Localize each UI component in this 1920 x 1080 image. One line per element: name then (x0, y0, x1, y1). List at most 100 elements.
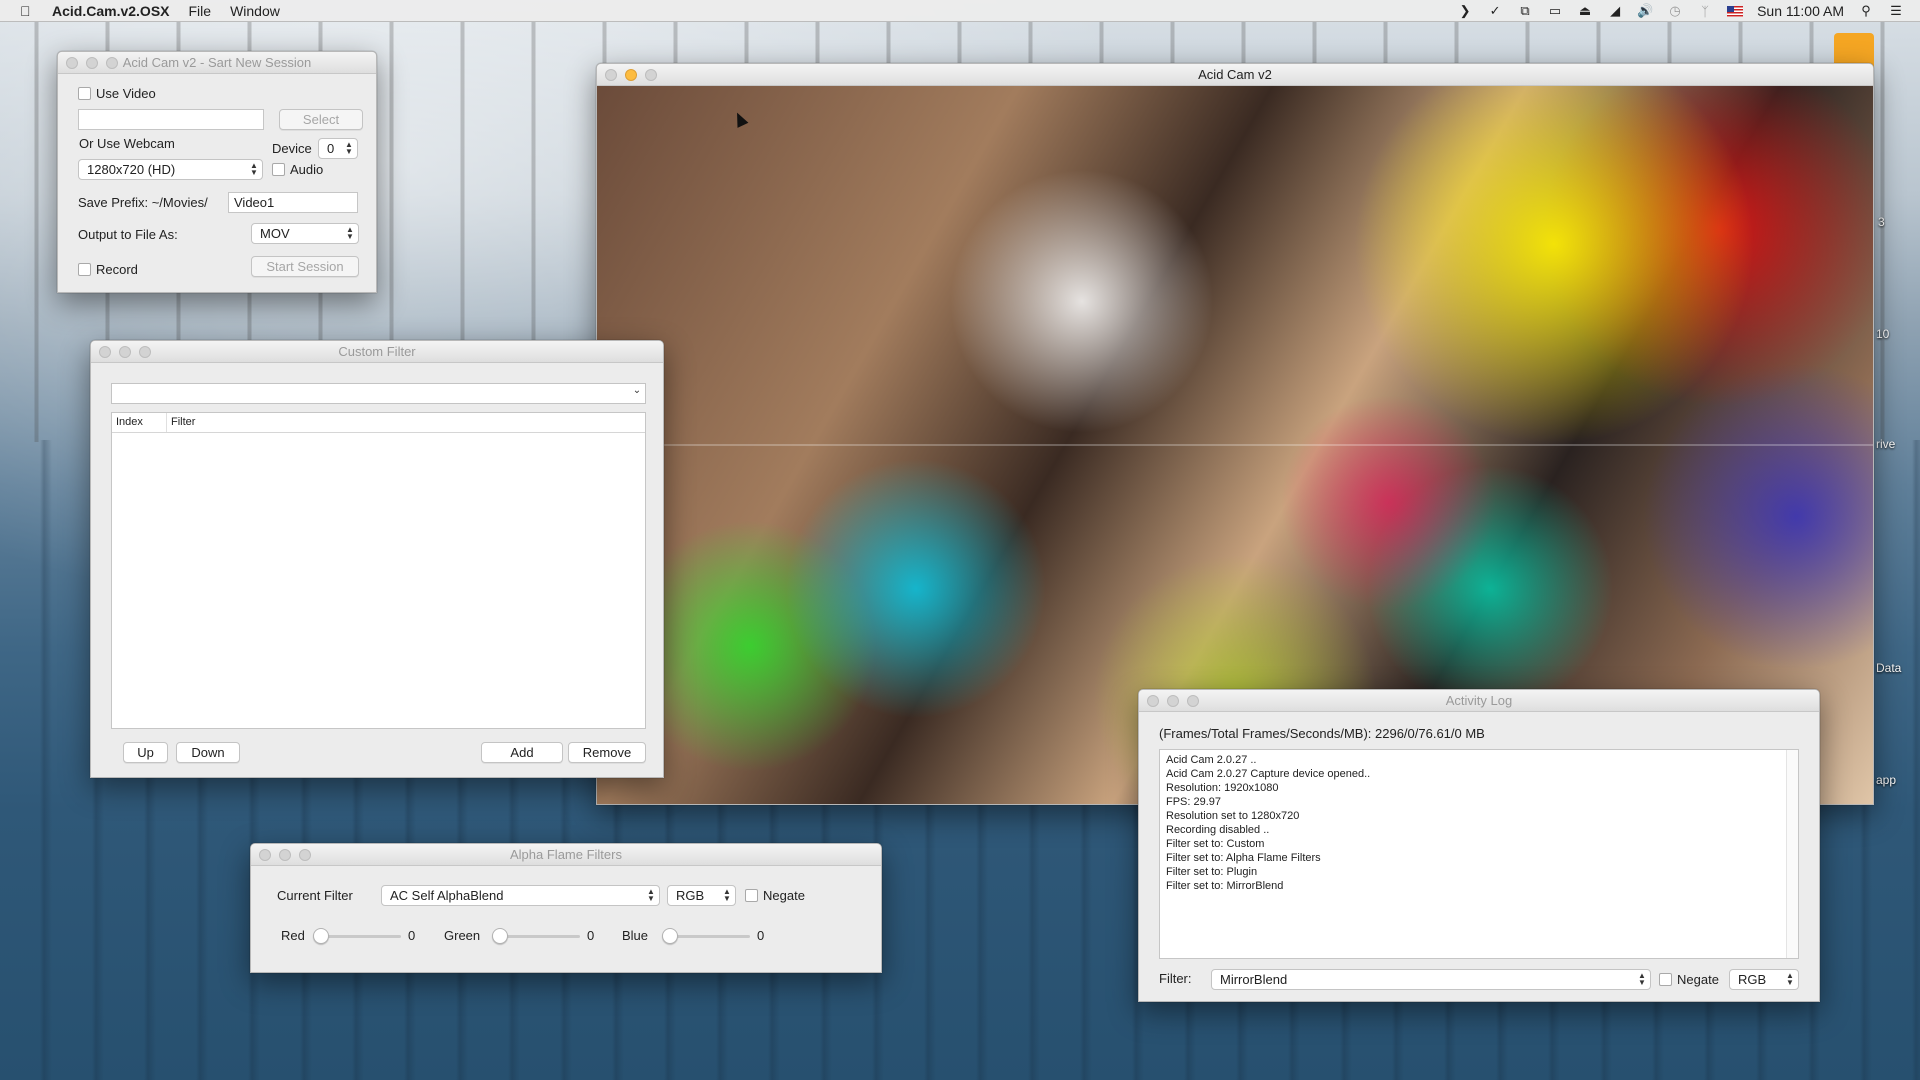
alpha-color-mode-select[interactable]: RGB ▲ ▼ (667, 885, 736, 906)
custom-filter-title: Custom Filter (338, 344, 416, 359)
or-use-webcam-label: Or Use Webcam (79, 136, 175, 151)
green-value: 0 (587, 928, 595, 943)
volume-icon[interactable]: 🔊 (1637, 3, 1653, 18)
zoom-icon[interactable] (139, 346, 151, 358)
blue-slider-knob[interactable] (662, 928, 678, 944)
log-line: Filter set to: MirrorBlend (1166, 880, 1284, 892)
audio-checkbox[interactable] (272, 163, 285, 176)
alpha-color-mode-value: RGB (676, 888, 705, 903)
main-window-titlebar[interactable]: Acid Cam v2 (597, 64, 1873, 86)
zoom-icon[interactable] (645, 69, 657, 81)
log-negate-checkbox[interactable] (1659, 973, 1672, 986)
log-color-mode-value: RGB (1738, 972, 1767, 987)
save-prefix-field[interactable]: Video1 (228, 192, 358, 213)
use-video-checkbox[interactable] (78, 87, 91, 100)
up-button[interactable]: Up (123, 742, 168, 763)
minimize-icon[interactable] (86, 57, 98, 69)
log-line: Recording disabled .. (1166, 824, 1270, 836)
record-label: Record (96, 262, 138, 277)
log-line: Acid Cam 2.0.27 .. (1166, 754, 1257, 766)
log-line: Filter set to: Custom (1166, 838, 1265, 850)
activity-log-window: Activity Log (Frames/Total Frames/Second… (1138, 689, 1820, 1002)
close-icon[interactable] (605, 69, 617, 81)
select-button[interactable]: Select (279, 109, 363, 130)
close-icon[interactable] (66, 57, 78, 69)
minimize-icon[interactable] (119, 346, 131, 358)
record-checkbox[interactable] (78, 263, 91, 276)
green-slider-knob[interactable] (492, 928, 508, 944)
blue-label: Blue (622, 928, 649, 943)
audio-label: Audio (290, 162, 324, 177)
filter-table-header: Index Filter (112, 413, 645, 433)
column-index[interactable]: Index (112, 413, 167, 432)
zoom-icon[interactable] (1187, 695, 1199, 707)
close-icon[interactable] (99, 346, 111, 358)
clock[interactable]: Sun 11:00 AM (1757, 3, 1844, 19)
video-seam (597, 444, 1873, 446)
log-scrollbar[interactable] (1786, 750, 1798, 958)
alpha-negate-checkbox[interactable] (745, 889, 758, 902)
video-path-field[interactable] (78, 109, 264, 130)
activity-log-title: Activity Log (1445, 693, 1513, 708)
time-machine-icon[interactable]: ◷ (1667, 3, 1683, 18)
flag-us-icon[interactable] (1727, 5, 1744, 17)
log-color-mode-select[interactable]: RGB ▲ ▼ (1729, 969, 1799, 990)
current-filter-value: AC Self AlphaBlend (390, 888, 504, 903)
log-filter-value: MirrorBlend (1220, 972, 1288, 987)
use-video-label: Use Video (96, 86, 156, 101)
notification-list-icon[interactable]: ☰ (1888, 3, 1904, 18)
filter-combobox[interactable]: ⌄ (111, 383, 646, 404)
custom-filter-window: Custom Filter ⌄ Index Filter Up Down Add… (90, 340, 664, 778)
apple-menu-icon[interactable]:  (20, 3, 42, 19)
updown-arrows-icon: ▲ ▼ (723, 887, 731, 903)
app-menu[interactable]: Acid.Cam.v2.OSX (52, 3, 170, 19)
updown-arrows-icon: ▲ ▼ (647, 887, 655, 903)
minimize-icon[interactable] (279, 849, 291, 861)
column-filter[interactable]: Filter (167, 413, 645, 432)
menu-window[interactable]: Window (230, 3, 280, 19)
minimize-icon[interactable] (1167, 695, 1179, 707)
menu-file[interactable]: File (189, 3, 212, 19)
activity-log-titlebar[interactable]: Activity Log (1139, 690, 1819, 712)
menu-bar:  Acid.Cam.v2.OSX File Window ❯ ✓ ⧉ ▭ ⏏ … (0, 0, 1920, 22)
blue-value: 0 (757, 928, 765, 943)
device-stepper[interactable]: 0 ▲ ▼ (318, 138, 358, 159)
log-filter-select[interactable]: MirrorBlend ▲ ▼ (1211, 969, 1651, 990)
eject-icon[interactable]: ⏏ (1577, 3, 1593, 18)
session-titlebar[interactable]: Acid Cam v2 - Sart New Session (58, 52, 376, 74)
chevron-right-icon[interactable]: ❯ (1457, 3, 1473, 18)
zoom-icon[interactable] (299, 849, 311, 861)
device-label: Device (272, 141, 312, 156)
add-button[interactable]: Add (481, 742, 563, 763)
close-icon[interactable] (259, 849, 271, 861)
custom-filter-titlebar[interactable]: Custom Filter (91, 341, 663, 363)
display-icon[interactable]: ▭ (1547, 3, 1563, 18)
close-icon[interactable] (1147, 695, 1159, 707)
minimize-icon[interactable] (625, 69, 637, 81)
red-slider-knob[interactable] (313, 928, 329, 944)
updown-arrows-icon: ▲ ▼ (1638, 971, 1646, 987)
device-value: 0 (327, 141, 335, 156)
start-session-button[interactable]: Start Session (251, 256, 359, 277)
resolution-select[interactable]: 1280x720 (HD) ▲ ▼ (78, 159, 263, 180)
wifi-icon[interactable]: ◢ (1607, 3, 1623, 18)
log-line: Acid Cam 2.0.27 Capture device opened.. (1166, 768, 1371, 780)
bluetooth-icon[interactable]: ᛉ (1697, 4, 1713, 19)
red-label: Red (281, 928, 305, 943)
alpha-flame-titlebar[interactable]: Alpha Flame Filters (251, 844, 881, 866)
check-circle-icon[interactable]: ✓ (1487, 3, 1503, 18)
desktop-label: 10 (1876, 327, 1890, 341)
stepper-arrows-icon[interactable]: ▲ ▼ (344, 141, 354, 156)
windows-icon[interactable]: ⧉ (1517, 3, 1533, 18)
down-button[interactable]: Down (176, 742, 240, 763)
main-window-title: Acid Cam v2 (1198, 67, 1272, 82)
log-text-area[interactable]: Acid Cam 2.0.27 .. Acid Cam 2.0.27 Captu… (1159, 749, 1799, 959)
spotlight-icon[interactable]: ⚲ (1858, 3, 1874, 18)
chevron-down-icon[interactable]: ⌄ (632, 386, 642, 402)
current-filter-select[interactable]: AC Self AlphaBlend ▲ ▼ (381, 885, 660, 906)
status-area: ❯ ✓ ⧉ ▭ ⏏ ◢ 🔊 ◷ ᛉ Sun 11:00 AM ⚲ ☰ (1457, 0, 1904, 22)
output-format-select[interactable]: MOV ▲ ▼ (251, 223, 359, 244)
filter-table[interactable]: Index Filter (111, 412, 646, 729)
zoom-icon[interactable] (106, 57, 118, 69)
remove-button[interactable]: Remove (568, 742, 646, 763)
